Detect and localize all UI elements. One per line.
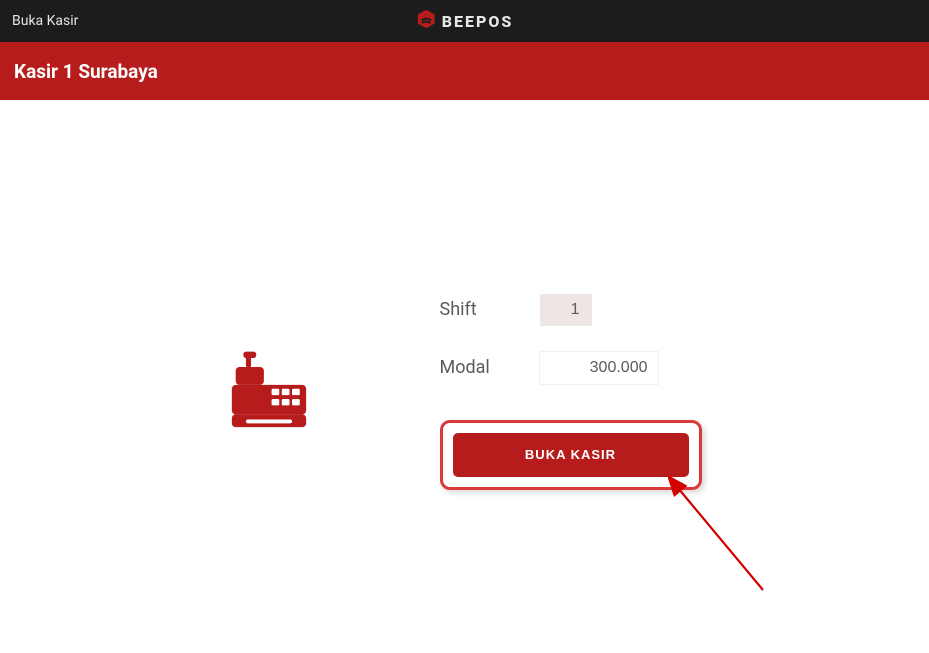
modal-input[interactable]	[540, 352, 658, 384]
page-title: Buka Kasir	[12, 13, 78, 29]
brand-icon	[416, 9, 436, 33]
form-column: Shift Modal BUKA KASIR	[440, 264, 702, 490]
buka-kasir-button[interactable]: BUKA KASIR	[453, 433, 689, 477]
topbar: Buka Kasir BEEPOS	[0, 0, 929, 42]
illustration-column	[228, 319, 310, 435]
shift-input	[540, 294, 592, 326]
button-highlight-frame: BUKA KASIR	[440, 420, 702, 490]
modal-label: Modal	[440, 357, 500, 378]
shift-row: Shift	[440, 294, 702, 326]
main-content: Shift Modal BUKA KASIR	[0, 100, 929, 653]
shift-label: Shift	[440, 299, 500, 320]
cash-register-icon	[228, 349, 310, 435]
brand-text: BEEPOS	[442, 12, 514, 31]
modal-row: Modal	[440, 352, 702, 384]
header-bar: Kasir 1 Surabaya	[0, 42, 929, 100]
cashier-name: Kasir 1 Surabaya	[14, 60, 158, 83]
brand-logo: BEEPOS	[416, 9, 514, 33]
